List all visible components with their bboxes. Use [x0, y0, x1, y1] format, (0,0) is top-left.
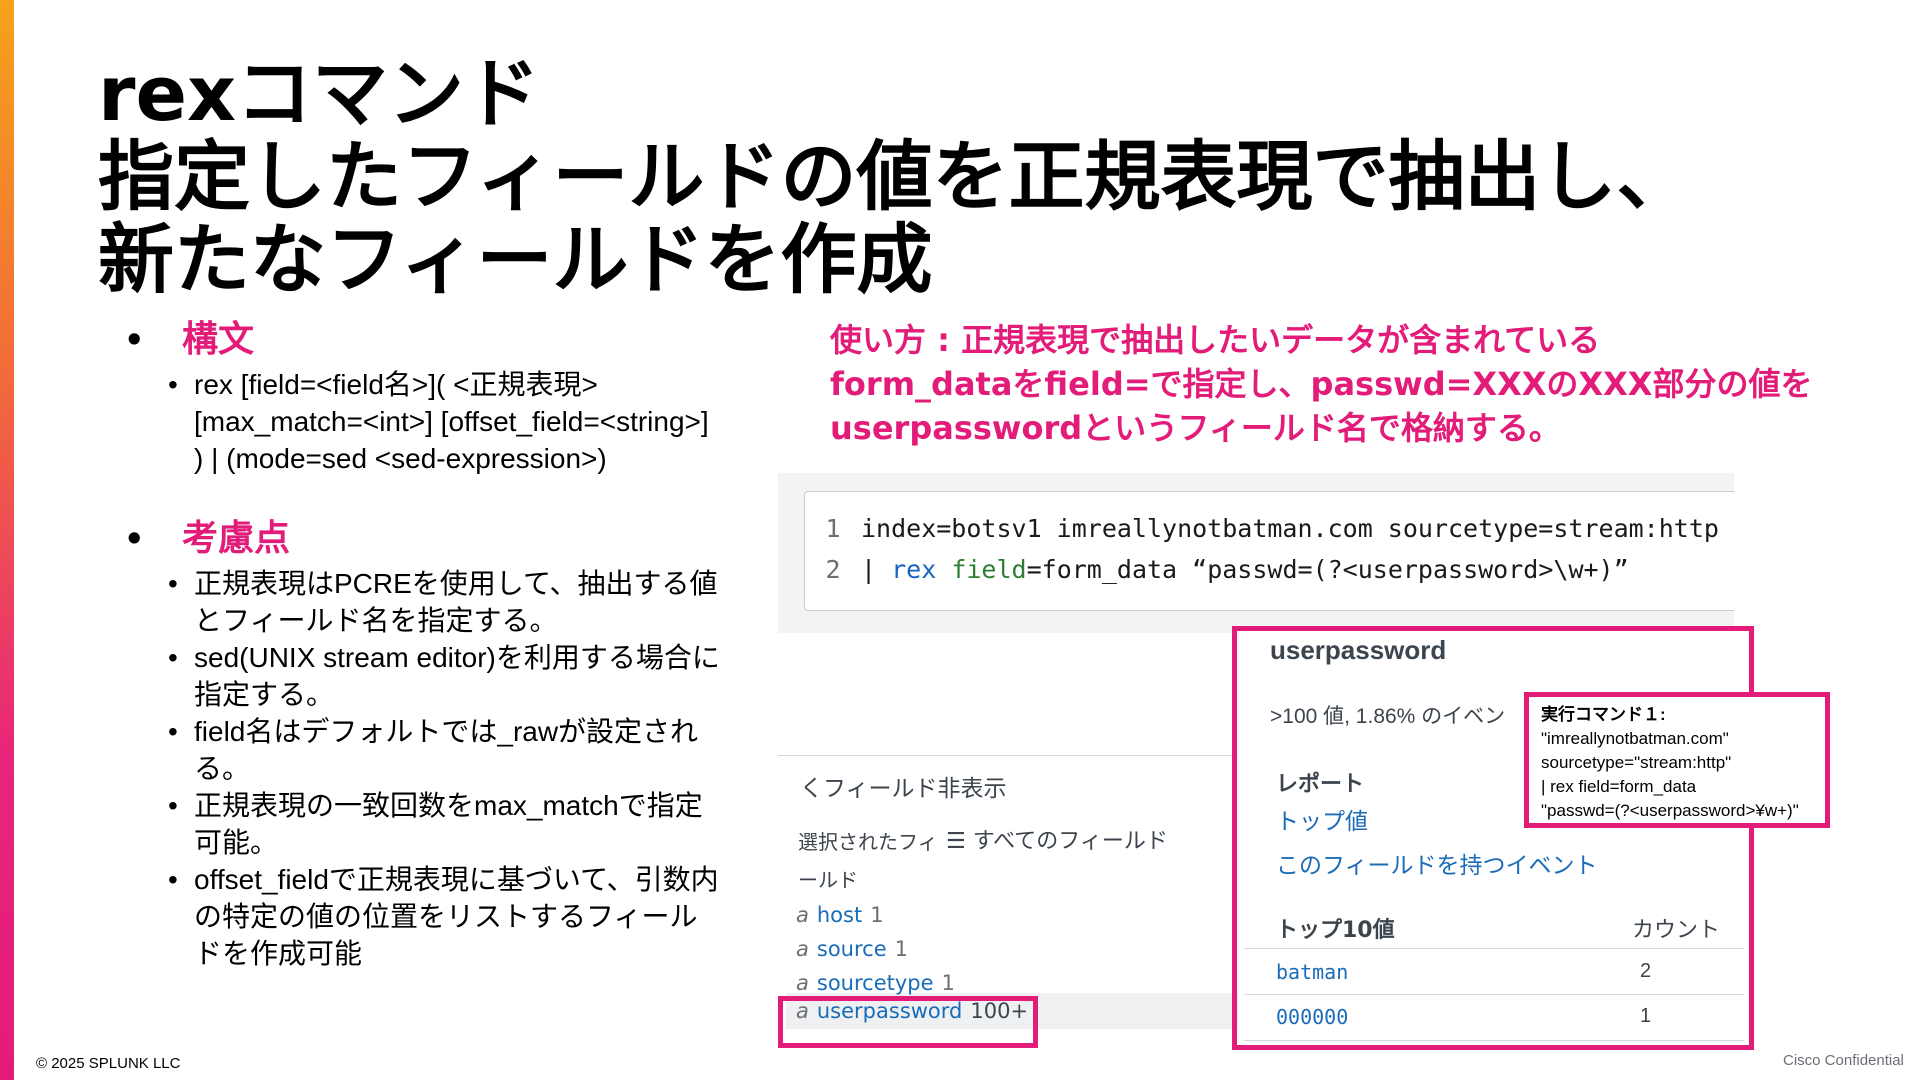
- title-line-1: rexコマンド: [98, 49, 541, 138]
- considerations-list: 正規表現はPCREを使用して、抽出する値とフィールド名を指定する。 sed(UN…: [166, 565, 724, 972]
- field-name: host: [816, 903, 863, 927]
- syntax-heading: 構文: [124, 318, 724, 362]
- field-name: source: [816, 937, 887, 961]
- search-panel: 1 index=botsv1 imreallynotbatman.com sour…: [778, 473, 1734, 633]
- search-text: =form_data “passwd=(?<userpassword>\w+)”: [1026, 555, 1629, 584]
- considerations-section: 考慮点 正規表現はPCREを使用して、抽出する値とフィールド名を指定する。 se…: [124, 517, 724, 972]
- popup-highlight: [1232, 626, 1754, 1050]
- line-number: 1: [825, 514, 841, 543]
- field-type-icon: a: [796, 937, 809, 961]
- field-item-sourcetype[interactable]: a sourcetype 1: [796, 971, 955, 995]
- field-item-source[interactable]: a source 1: [796, 937, 908, 961]
- search-line-2: 2 | rex field=form_data “passwd=(?<userpa…: [805, 555, 1629, 584]
- userpassword-highlight: [778, 996, 1038, 1048]
- search-text: index=botsv1 imreallynotbatman.com sourc…: [861, 514, 1719, 543]
- title-line-2: 指定したフィールドの値を正規表現で抽出し、: [98, 132, 1693, 221]
- hide-fields-link[interactable]: くフィールド非表示: [800, 769, 1007, 803]
- usage-line-2: form_dataをfield=で指定し、passwd=XXXのXXX部分の値を: [830, 365, 1813, 403]
- exec-line: sourcetype="stream:http": [1541, 753, 1732, 772]
- line-number: 2: [825, 555, 841, 584]
- rex-keyword: rex: [891, 555, 937, 584]
- field-count: 1: [894, 937, 908, 961]
- consideration-item: offset_fieldで正規表現に基づいて、引数内の特定の値の位置をリストする…: [166, 861, 724, 972]
- selected-fields-label: 選択されたフィールド: [798, 830, 938, 892]
- left-column: 構文 rex [field=<field名>]( <正規表現> [max_mat…: [124, 318, 724, 972]
- confidential-label: Cisco Confidential: [1783, 1052, 1904, 1069]
- exec-command-callout: 実行コマンド１: "imreallynotbatman.com" sourcet…: [1524, 692, 1830, 828]
- field-type-icon: a: [796, 903, 809, 927]
- field-count: 1: [870, 903, 884, 927]
- all-fields-button[interactable]: ☰ すべてのフィールド: [946, 823, 1168, 855]
- pipe-char: |: [861, 555, 892, 584]
- title-line-3: 新たなフィールドを作成: [98, 215, 933, 304]
- usage-line-1: 使い方 : 正規表現で抽出したいデータが含まれている: [830, 321, 1601, 359]
- usage-line-3: userpasswordというフィールド名で格納する。: [830, 409, 1561, 447]
- usage-description: 使い方 : 正規表現で抽出したいデータが含まれている form_dataをfie…: [830, 318, 1890, 450]
- field-item-host[interactable]: a host 1: [796, 903, 884, 927]
- considerations-heading: 考慮点: [124, 517, 724, 561]
- syntax-item: rex [field=<field名>]( <正規表現> [max_match=…: [166, 366, 724, 477]
- field-keyword: field: [951, 555, 1027, 584]
- field-name: sourcetype: [816, 971, 934, 995]
- field-count: 1: [941, 971, 955, 995]
- exec-line: "imreallynotbatman.com": [1541, 729, 1729, 748]
- slide-title: rexコマンド 指定したフィールドの値を正規表現で抽出し、 新たなフィールドを作…: [98, 52, 1878, 301]
- exec-heading: 実行コマンド１:: [1541, 705, 1666, 724]
- search-input[interactable]: 1 index=botsv1 imreallynotbatman.com sour…: [804, 491, 1734, 611]
- field-type-icon: a: [796, 971, 809, 995]
- fields-sidebar: くフィールド非表示 選択されたフィールド ☰ すべてのフィールド a host 1 …: [778, 755, 1238, 1035]
- exec-line: "passwd=(?<userpassword>¥w+)": [1541, 801, 1799, 820]
- copyright: © 2025 SPLUNK LLC: [36, 1055, 181, 1072]
- divider: [778, 755, 1238, 756]
- search-line-1: 1 index=botsv1 imreallynotbatman.com sour…: [805, 514, 1719, 543]
- consideration-item: field名はデフォルトでは_rawが設定される。: [166, 713, 724, 787]
- consideration-item: 正規表現の一致回数をmax_matchで指定可能。: [166, 787, 724, 861]
- syntax-section: 構文 rex [field=<field名>]( <正規表現> [max_mat…: [124, 318, 724, 477]
- consideration-item: 正規表現はPCREを使用して、抽出する値とフィールド名を指定する。: [166, 565, 724, 639]
- syntax-list: rex [field=<field名>]( <正規表現> [max_match=…: [166, 366, 724, 477]
- accent-bar: [0, 0, 14, 1080]
- exec-line: | rex field=form_data: [1541, 777, 1697, 796]
- consideration-item: sed(UNIX stream editor)を利用する場合に指定する。: [166, 639, 724, 713]
